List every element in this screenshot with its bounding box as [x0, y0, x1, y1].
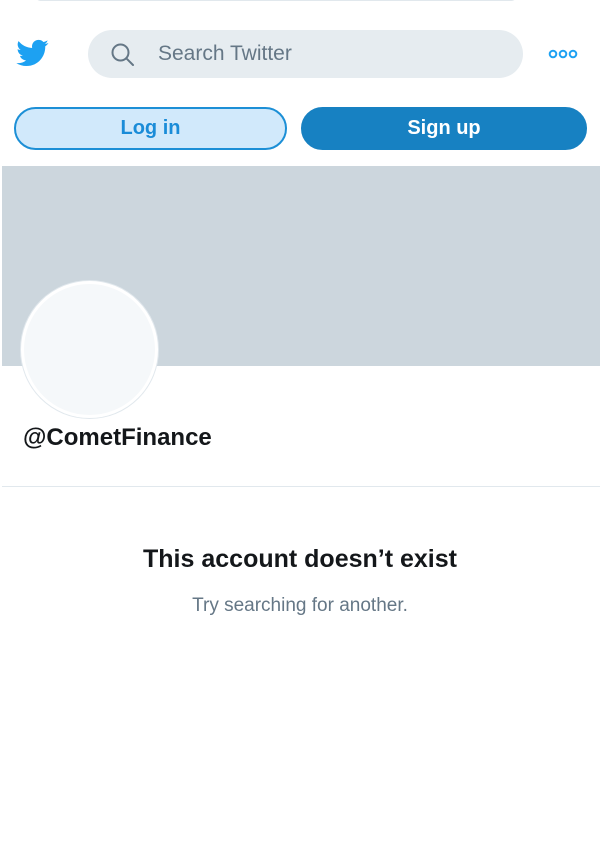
page: Log in Sign up @CometFinance This accoun… — [0, 0, 600, 867]
divider — [2, 486, 600, 487]
empty-state-subtitle: Try searching for another. — [192, 595, 408, 616]
search-icon — [110, 42, 135, 67]
login-button-label: Log in — [120, 117, 181, 139]
signup-button[interactable]: Sign up — [301, 107, 587, 150]
search-input[interactable] — [158, 30, 508, 78]
twitter-bird-icon[interactable] — [13, 36, 51, 70]
avatar — [21, 281, 158, 418]
browser-bar-edge — [36, 0, 516, 1]
more-options-button[interactable] — [546, 43, 580, 65]
more-options-icon — [548, 49, 578, 59]
search-bar[interactable] — [88, 30, 523, 78]
profile-handle: @CometFinance — [23, 424, 212, 451]
signup-button-label: Sign up — [407, 117, 481, 139]
login-button[interactable]: Log in — [14, 107, 287, 150]
empty-state-title: This account doesn’t exist — [143, 545, 457, 573]
